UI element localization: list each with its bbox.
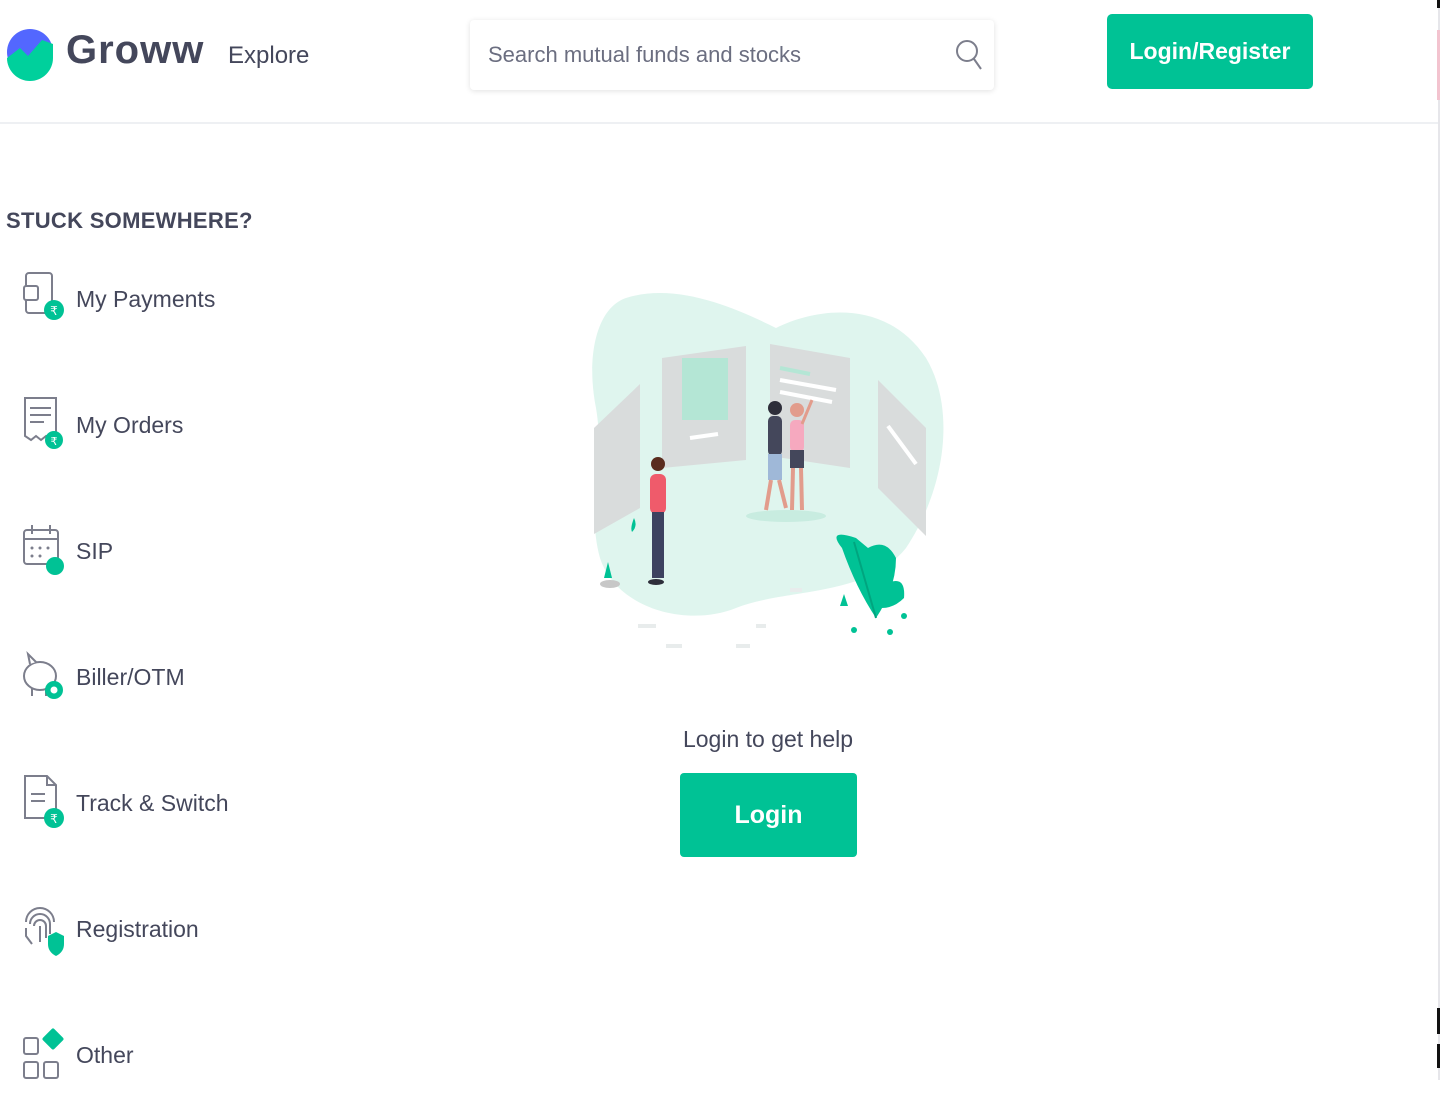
payments-icon: ₹ [23, 272, 64, 320]
sidebar-item-my-payments[interactable]: ₹ My Payments [20, 270, 280, 340]
groww-logo-icon[interactable] [6, 18, 54, 86]
calendar-icon [23, 525, 64, 575]
sidebar-item-label: Other [76, 1042, 134, 1068]
login-button[interactable]: Login [680, 773, 857, 857]
help-illustration [592, 293, 944, 648]
sidebar-item-registration[interactable]: Registration [20, 900, 280, 970]
sidebar-item-other[interactable]: Other [20, 1026, 280, 1096]
orders-icon: ₹ [24, 397, 63, 449]
sidebar-item-label: Biller/OTM [76, 664, 185, 690]
search-input[interactable] [486, 34, 946, 76]
explore-link[interactable]: Explore [228, 42, 309, 70]
login-register-button[interactable]: Login/Register [1107, 14, 1313, 89]
sidebar-item-label: Track & Switch [76, 790, 229, 816]
svg-text:₹: ₹ [51, 435, 58, 448]
sidebar-item-biller-otm[interactable]: Biller/OTM [20, 648, 280, 718]
sidebar-item-track-switch[interactable]: ₹ Track & Switch [20, 774, 280, 844]
brand-name[interactable]: Groww [66, 28, 204, 73]
document-rupee-icon: ₹ [24, 775, 64, 828]
sidebar-item-label: SIP [76, 538, 114, 564]
sidebar-title: STUCK SOMEWHERE? [6, 208, 253, 233]
sidebar-item-sip[interactable]: SIP [20, 522, 280, 592]
grid-icon [23, 1028, 64, 1079]
sidebar-item-label: My Payments [76, 286, 216, 312]
search-icon[interactable] [954, 38, 984, 72]
sidebar-item-label: Registration [76, 916, 199, 942]
sidebar-item-my-orders[interactable]: ₹ My Orders [20, 396, 280, 466]
piggy-bank-icon [23, 650, 63, 699]
sidebar-item-label: My Orders [76, 412, 184, 438]
top-header: Groww Explore Login/Register [0, 0, 1440, 124]
search-bar[interactable] [470, 20, 994, 90]
help-message: Login to get help [682, 726, 854, 752]
fingerprint-icon [25, 907, 64, 956]
svg-text:₹: ₹ [50, 812, 58, 826]
svg-text:₹: ₹ [50, 304, 58, 318]
